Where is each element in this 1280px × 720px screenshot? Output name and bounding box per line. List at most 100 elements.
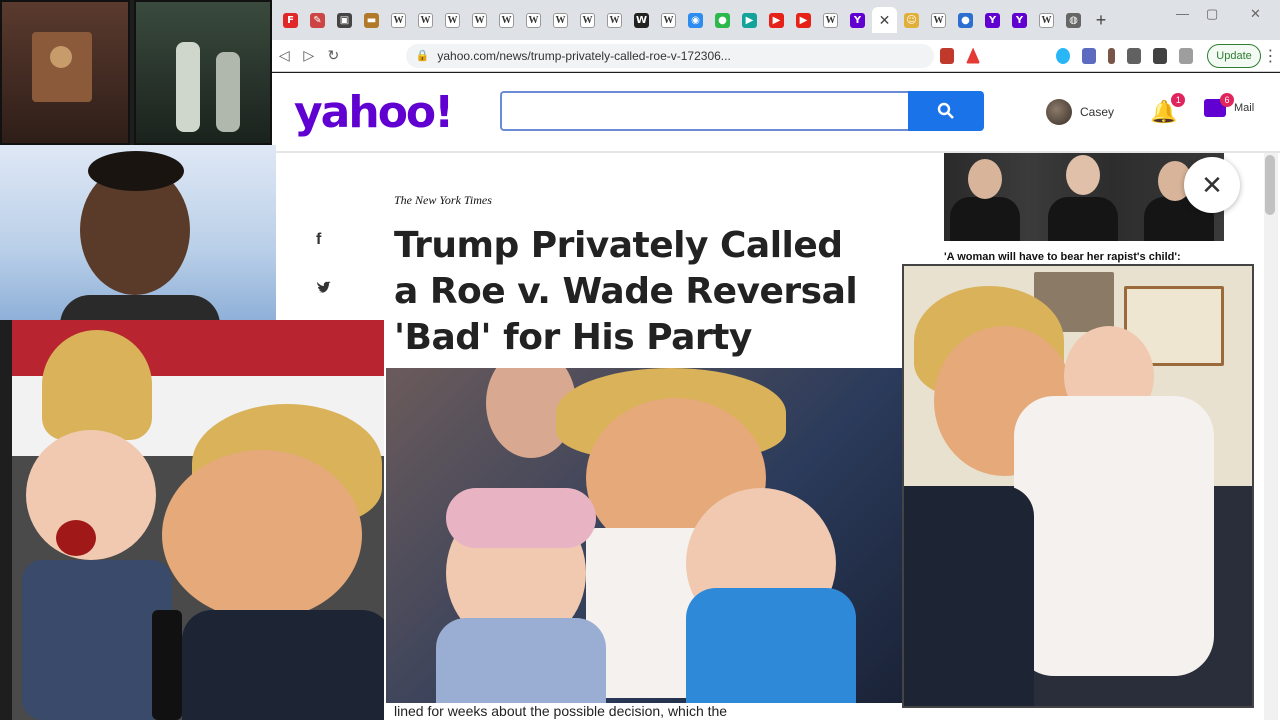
forward-button[interactable]: ▷ [297,47,322,64]
yahoo-logo[interactable]: yahoo! [294,87,454,138]
browser-tab[interactable]: W [467,7,492,33]
browser-tab[interactable]: W [926,7,951,33]
figure-face [968,159,1002,199]
update-button[interactable]: Update [1207,43,1261,68]
browser-tab[interactable]: ◉ [683,7,708,33]
reload-button[interactable]: ↻ [321,47,346,64]
scrollbar-thumb[interactable] [1265,155,1275,215]
search-icon [937,102,954,119]
browser-tab[interactable]: W [629,7,654,33]
extension-translate-icon[interactable] [1082,47,1097,64]
image-icon: ▣ [337,12,352,28]
globe-icon: ◍ [1066,12,1081,28]
browser-tab[interactable]: W [548,7,573,33]
avatar [1046,99,1072,125]
window-icon[interactable] [1179,47,1194,64]
wikipedia-icon: W [580,12,595,28]
extension-drop-icon[interactable] [1056,47,1071,64]
puzzle-icon[interactable] [1153,47,1168,64]
user-name: Casey [1080,105,1115,119]
browser-tab[interactable]: Y [980,7,1005,33]
wikipedia-icon: W [607,12,622,28]
browser-tab[interactable]: W [521,7,546,33]
pin-icon: ✎ [310,12,325,28]
browser-tab[interactable]: F [278,7,303,33]
rail-caption[interactable]: 'A woman will have to bear her rapist's … [944,251,1181,263]
wikipedia-icon: W [445,12,460,28]
photo-baby-kiss-left [12,320,384,720]
microphone [152,610,182,720]
pacifier [56,520,96,556]
baby-dress [436,618,606,703]
browser-tab[interactable]: W [413,7,438,33]
yahoo-icon: Y [985,12,1000,28]
maximize-icon[interactable]: ▢ [1206,6,1218,22]
twitter-share-icon[interactable] [316,281,332,298]
extension-pin-icon[interactable] [1108,47,1116,64]
circle-green-icon: ● [715,12,730,28]
extension-brave-icon[interactable] [940,47,955,64]
circle-blue-icon: ◉ [688,12,703,28]
article-body-snippet: lined for weeks about the possible decis… [394,703,728,719]
notifications-bell-icon[interactable]: 🔔 1 [1150,93,1186,125]
publisher-logo[interactable]: The New York Times [394,193,492,208]
extension-square-icon[interactable] [1127,47,1142,64]
minimize-icon[interactable]: — [1176,6,1189,21]
browser-tab[interactable]: ▣ [332,7,357,33]
user-profile[interactable]: Casey [1046,99,1114,125]
close-tab-icon: ✕ [878,11,891,28]
baby-hair [42,330,152,440]
address-bar[interactable]: 🔒 yahoo.com/news/trump-privately-called-… [405,43,935,68]
extension-triangle-icon[interactable] [966,47,981,64]
browser-tab[interactable]: ▬ [359,7,384,33]
close-button[interactable]: ✕ [1184,157,1240,213]
facebook-share-icon[interactable]: f [316,231,321,249]
youtube-icon: ▶ [769,12,784,28]
browser-tab[interactable]: W [494,7,519,33]
new-tab-button[interactable]: + [1088,10,1114,31]
browser-tab[interactable]: Y [845,7,870,33]
browser-tab[interactable]: W [1034,7,1059,33]
url-text: yahoo.com/news/trump-privately-called-ro… [437,48,731,63]
adult-suit [904,486,1034,706]
browser-tab[interactable]: W [386,7,411,33]
pink-headband [446,488,596,548]
rail-thumbnail-image[interactable] [944,153,1224,241]
back-button[interactable]: ◁ [272,47,297,64]
drop-icon: ● [958,12,973,28]
search-button[interactable] [908,91,984,131]
clock [50,46,72,68]
browser-tab[interactable]: W [818,7,843,33]
browser-tab[interactable]: ☺ [899,7,924,33]
browser-tab[interactable]: W [575,7,600,33]
baby-outfit [22,560,172,720]
lock-icon: 🔒 [415,50,430,62]
webcam-thumbnail [0,0,130,145]
browser-tab[interactable]: ✎ [305,7,330,33]
wikipedia-icon: W [499,12,514,28]
scrollbar[interactable] [1264,153,1278,720]
browser-tab[interactable]: ✕ [872,7,897,33]
browser-tab[interactable]: ◍ [1061,7,1086,33]
menu-icon[interactable]: ⋮ [1261,46,1280,66]
browser-tab[interactable]: ▶ [791,7,816,33]
baby-blue-shirt [686,588,856,703]
wikipedia-icon: W [1039,12,1054,28]
mail-icon: 6 [1204,93,1234,117]
browser-tab[interactable]: W [602,7,627,33]
browser-tab[interactable]: ● [953,7,978,33]
wikipedia-icon: W [931,12,946,28]
search-input[interactable] [500,91,910,131]
mail-link[interactable]: 6 Mail [1204,93,1254,117]
browser-tab[interactable]: Y [1007,7,1032,33]
close-window-icon[interactable]: ✕ [1250,6,1261,22]
folder-icon: ▬ [364,12,379,28]
wikipedia-icon: W [472,12,487,28]
browser-tab[interactable]: W [440,7,465,33]
browser-tab[interactable]: ● [710,7,735,33]
notification-badge: 1 [1171,93,1186,107]
browser-tab[interactable]: ▶ [737,7,762,33]
wikipedia-icon: W [526,12,541,28]
browser-tab[interactable]: ▶ [764,7,789,33]
browser-tab[interactable]: W [656,7,681,33]
